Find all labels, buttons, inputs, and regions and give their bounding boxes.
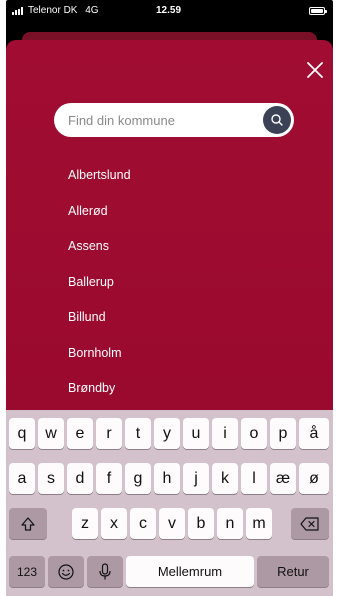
list-item[interactable]: Billund xyxy=(68,310,131,346)
list-item[interactable]: Allerød xyxy=(68,204,131,240)
key[interactable]: g xyxy=(125,463,151,494)
key[interactable]: v xyxy=(159,508,185,539)
key[interactable]: u xyxy=(183,418,209,449)
emoji-icon xyxy=(58,563,74,580)
list-item[interactable]: Assens xyxy=(68,239,131,275)
key[interactable]: r xyxy=(96,418,122,449)
return-key[interactable]: Retur xyxy=(257,556,329,587)
phone-screen: Telenor DK 4G 12.59 Albertslund Allerød xyxy=(6,0,333,596)
key[interactable]: å xyxy=(299,418,329,449)
microphone-icon xyxy=(99,562,111,579)
numbers-key[interactable]: 123 xyxy=(9,556,45,587)
key[interactable]: h xyxy=(154,463,180,494)
key[interactable]: x xyxy=(101,508,127,539)
key[interactable]: a xyxy=(9,463,35,494)
key[interactable]: c xyxy=(130,508,156,539)
key[interactable]: ø xyxy=(299,463,329,494)
municipality-list: Albertslund Allerød Assens Ballerup Bill… xyxy=(68,168,131,417)
microphone-key[interactable] xyxy=(87,556,123,587)
search-icon xyxy=(271,114,283,126)
battery-icon xyxy=(309,7,327,15)
status-time: 12.59 xyxy=(156,5,182,16)
key[interactable]: t xyxy=(125,418,151,449)
keyboard: q w e r t y u i o p å a s d f g h j k l … xyxy=(6,410,333,596)
key[interactable]: y xyxy=(154,418,180,449)
space-key[interactable]: Mellemrum xyxy=(126,556,254,587)
key[interactable]: q xyxy=(9,418,35,449)
key[interactable]: b xyxy=(188,508,214,539)
municipality-sheet: Albertslund Allerød Assens Ballerup Bill… xyxy=(6,40,333,410)
key[interactable]: m xyxy=(246,508,272,539)
carrier-name: Telenor DK xyxy=(28,5,78,16)
close-icon xyxy=(307,62,323,78)
close-button[interactable] xyxy=(303,58,327,82)
backspace-icon xyxy=(300,516,319,531)
key[interactable]: i xyxy=(212,418,238,449)
carrier-label: Telenor DK 4G xyxy=(28,5,99,16)
list-item[interactable]: Bornholm xyxy=(68,346,131,382)
shift-icon xyxy=(21,516,35,531)
key[interactable]: k xyxy=(212,463,238,494)
shift-key[interactable] xyxy=(9,508,47,539)
status-bar: Telenor DK 4G 12.59 xyxy=(6,0,333,22)
key[interactable]: n xyxy=(217,508,243,539)
search-input[interactable] xyxy=(68,103,258,137)
key[interactable]: æ xyxy=(270,463,296,494)
key[interactable]: f xyxy=(96,463,122,494)
key[interactable]: l xyxy=(241,463,267,494)
search-bar xyxy=(54,103,294,137)
key[interactable]: j xyxy=(183,463,209,494)
key[interactable]: d xyxy=(67,463,93,494)
key[interactable]: e xyxy=(67,418,93,449)
key[interactable]: s xyxy=(38,463,64,494)
list-item[interactable]: Albertslund xyxy=(68,168,131,204)
search-button[interactable] xyxy=(263,106,291,134)
key[interactable]: z xyxy=(72,508,98,539)
signal-strength-icon xyxy=(12,7,23,15)
key[interactable]: o xyxy=(241,418,267,449)
network-type: 4G xyxy=(85,5,99,16)
key[interactable]: w xyxy=(38,418,64,449)
list-item[interactable]: Ballerup xyxy=(68,275,131,311)
key[interactable]: p xyxy=(270,418,296,449)
emoji-key[interactable] xyxy=(48,556,84,587)
backspace-key[interactable] xyxy=(291,508,329,539)
